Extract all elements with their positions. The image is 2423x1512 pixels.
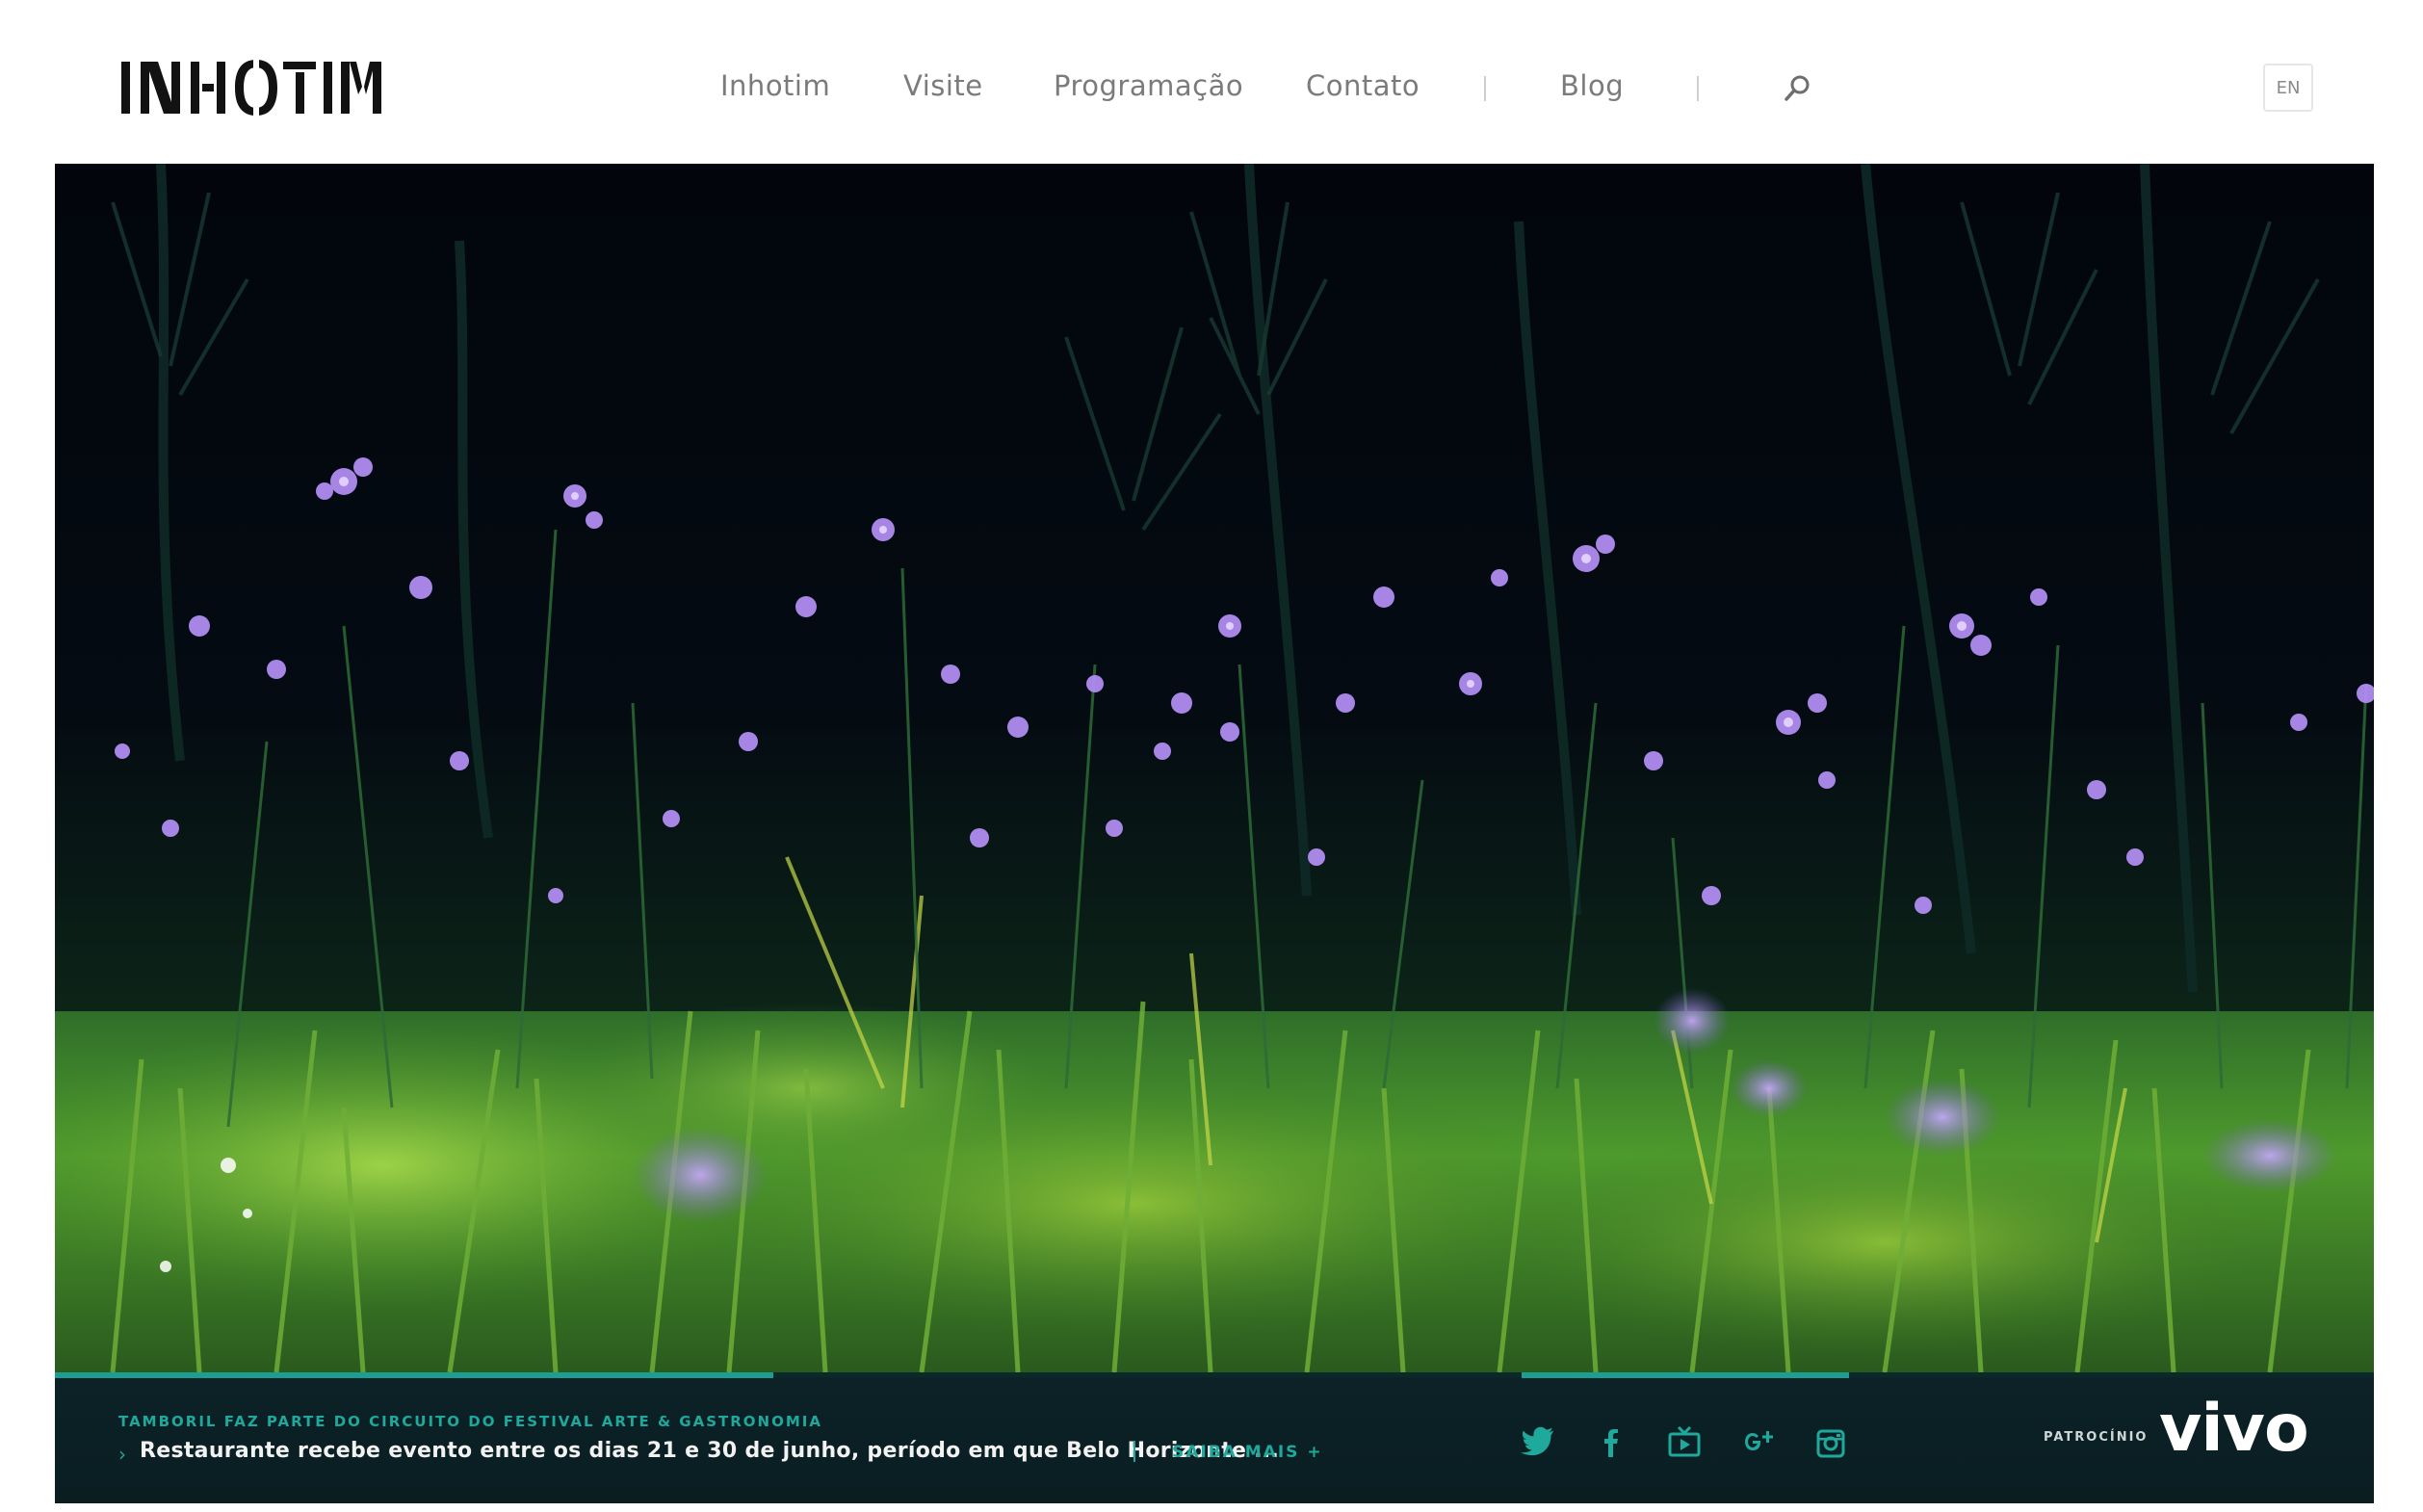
news-kicker: TAMBORIL FAZ PARTE DO CIRCUITO DO FESTIV… xyxy=(118,1413,822,1430)
twitter-icon[interactable] xyxy=(1520,1423,1556,1460)
instagram-icon[interactable] xyxy=(1812,1423,1849,1460)
hero-image xyxy=(55,164,2374,1372)
hero-garden-illustration xyxy=(55,164,2374,1372)
chevron-right-icon: › xyxy=(118,1443,126,1466)
facebook-icon[interactable] xyxy=(1593,1423,1629,1460)
main-nav: Inhotim Visite Programação Contato Blog xyxy=(0,0,2423,164)
nav-contato[interactable]: Contato xyxy=(1306,69,1420,102)
nav-blog[interactable]: Blog xyxy=(1560,69,1624,102)
nav-divider xyxy=(1484,76,1486,101)
vivo-logo[interactable]: vivo xyxy=(2159,1396,2309,1462)
news-bar xyxy=(55,1372,2374,1503)
google-plus-icon[interactable] xyxy=(1739,1423,1776,1460)
news-divider xyxy=(1133,1441,1135,1462)
sponsor-label: PATROCÍNIO xyxy=(2044,1430,2149,1445)
nav-inhotim[interactable]: Inhotim xyxy=(720,69,830,102)
nav-programacao[interactable]: Programação xyxy=(1054,69,1243,102)
nav-divider xyxy=(1697,76,1699,101)
site-header: Inhotim Visite Programação Contato Blog … xyxy=(0,0,2423,164)
news-headline-link[interactable]: Restaurante recebe evento entre os dias … xyxy=(140,1439,1279,1463)
nav-visite[interactable]: Visite xyxy=(903,69,983,102)
search-icon[interactable] xyxy=(1782,73,1812,104)
language-switch-button[interactable]: EN xyxy=(2263,64,2313,112)
slider-progress-fill xyxy=(55,1372,773,1378)
tv-icon[interactable] xyxy=(1666,1423,1703,1460)
saiba-mais-link[interactable]: SAIBA MAIS + xyxy=(1172,1443,1323,1462)
slider-progress-fill xyxy=(1522,1372,1849,1378)
